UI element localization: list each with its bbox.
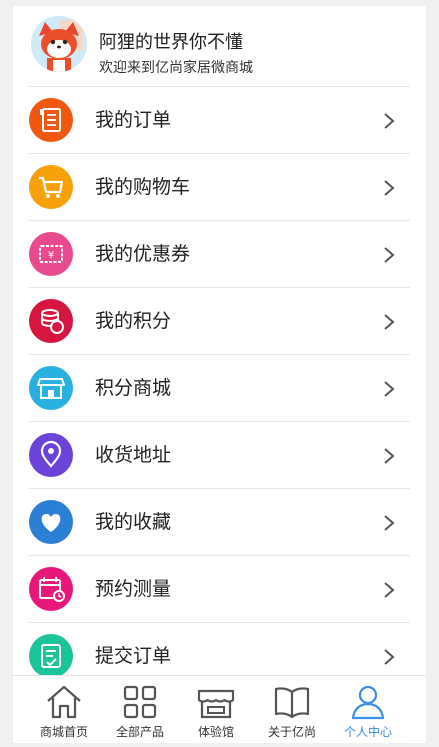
menu-item-label: 预约测量 (95, 578, 172, 600)
menu-item-label: 我的购物车 (95, 176, 191, 198)
tab-label: 商城首页 (39, 725, 88, 739)
username: 阿狸的世界你不懂 (99, 32, 243, 53)
profile-header[interactable]: 阿狸的世界你不懂 欢迎来到亿尚家居微商城 (29, 6, 410, 87)
home-icon (47, 685, 81, 719)
heart-icon (29, 500, 73, 544)
menu-item-my-coupons[interactable]: ¥ 我的优惠券 (29, 221, 410, 288)
chevron-right-icon (384, 247, 395, 263)
menu-item-label: 积分商城 (95, 377, 172, 399)
chevron-right-icon (384, 381, 395, 397)
menu-item-my-points[interactable]: 我的积分 (29, 288, 410, 355)
menu-item-my-orders[interactable]: 我的订单 (29, 87, 410, 154)
menu-item-submit-order[interactable]: 提交订单 (29, 623, 410, 676)
tab-profile[interactable]: 个人中心 (330, 676, 406, 743)
location-pin-icon (29, 433, 73, 477)
calendar-clock-icon (29, 567, 73, 611)
tab-showroom[interactable]: 体验馆 (178, 676, 254, 743)
tab-label: 全部产品 (115, 725, 164, 739)
menu-item-label: 提交订单 (95, 645, 172, 667)
chevron-right-icon (384, 515, 395, 531)
menu-item-label: 收货地址 (95, 444, 172, 466)
profile-card: 阿狸的世界你不懂 欢迎来到亿尚家居微商城 我的订单 我的购物车 ¥ 我的优惠券 … (13, 6, 426, 676)
points-coins-icon (29, 299, 73, 343)
menu-item-label: 我的积分 (95, 310, 172, 332)
submit-order-icon (29, 634, 73, 676)
menu-item-my-cart[interactable]: 我的购物车 (29, 154, 410, 221)
tab-home[interactable]: 商城首页 (26, 676, 102, 743)
user-icon (351, 685, 385, 720)
bottom-tab-bar: 商城首页 全部产品 体验馆 关于亿尚 个人中心 (13, 675, 426, 743)
welcome-text: 欢迎来到亿尚家居微商城 (99, 60, 253, 76)
book-icon (274, 687, 310, 719)
chevron-right-icon (384, 113, 395, 129)
menu-item-book-measurement[interactable]: 预约测量 (29, 556, 410, 623)
shop-icon (197, 689, 235, 719)
cart-icon (29, 165, 73, 209)
tab-all-products[interactable]: 全部产品 (102, 676, 178, 743)
chevron-right-icon (384, 582, 395, 598)
svg-text:¥: ¥ (48, 250, 54, 261)
coupon-icon: ¥ (29, 232, 73, 276)
menu-item-label: 我的收藏 (95, 511, 172, 533)
menu-item-shipping-address[interactable]: 收货地址 (29, 422, 410, 489)
tab-label: 体验馆 (197, 725, 234, 739)
avatar[interactable] (31, 16, 87, 72)
grid-icon (123, 685, 157, 719)
menu-item-my-favorites[interactable]: 我的收藏 (29, 489, 410, 556)
chevron-right-icon (384, 448, 395, 464)
menu-item-label: 我的优惠券 (95, 243, 191, 265)
tab-label: 关于亿尚 (267, 725, 316, 739)
menu-item-label: 我的订单 (95, 109, 172, 131)
tab-about[interactable]: 关于亿尚 (254, 676, 330, 743)
chevron-right-icon (384, 649, 395, 665)
menu-item-points-store[interactable]: 积分商城 (29, 355, 410, 422)
order-list-icon (29, 98, 73, 142)
tab-label: 个人中心 (343, 725, 392, 739)
store-icon (29, 366, 73, 410)
chevron-right-icon (384, 180, 395, 196)
chevron-right-icon (384, 314, 395, 330)
